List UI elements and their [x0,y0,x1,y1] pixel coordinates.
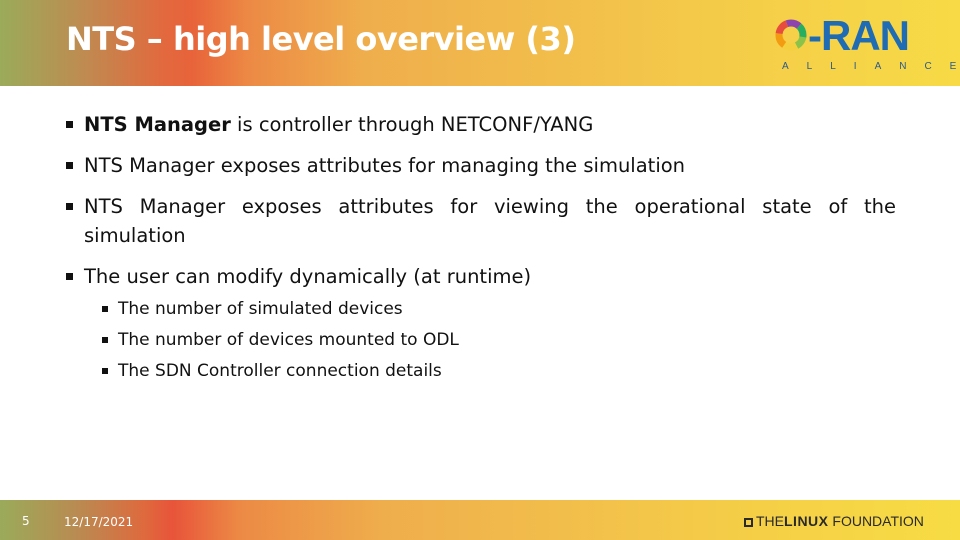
oran-logo-text: -RAN [808,12,910,59]
slide-date: 12/17/2021 [64,515,134,529]
slide-footer: 5 12/17/2021 THELINUX FOUNDATION [0,500,960,540]
bullet-square-icon [66,273,73,280]
bullet-square-icon [66,121,73,128]
sub-bullet-item: The SDN Controller connection details [100,356,459,387]
bullet-square-icon [102,368,108,374]
bullet-item: NTS Manager is controller through NETCON… [64,110,896,139]
bullet-square-icon [102,337,108,343]
bullet-square-icon [66,203,73,210]
slide-header: NTS – high level overview (3) -RAN ALLIA… [0,0,960,86]
bullet-square-icon [66,162,73,169]
bullet-item: The user can modify dynamically (at runt… [64,262,896,291]
sub-bullet-item: The number of simulated devices [100,294,459,325]
slide-title: NTS – high level overview (3) [66,20,576,58]
bullet-item: NTS Manager exposes attributes for manag… [64,151,896,180]
oran-logo-subtitle: ALLIANCE [782,61,960,72]
sub-bullet-list: The number of simulated devices The numb… [100,294,459,387]
sub-bullet-text: The number of simulated devices [118,299,403,319]
sub-bullet-item: The number of devices mounted to ODL [100,325,459,356]
lf-logo-post: FOUNDATION [828,513,924,529]
oran-ring-icon [775,19,807,51]
linux-foundation-square-icon [744,518,753,527]
bullet-bold-text: NTS Manager [84,113,231,136]
lf-logo-bold: LINUX [784,513,829,529]
bullet-square-icon [102,306,108,312]
oran-alliance-logo: -RAN ALLIANCE [772,12,960,76]
bullet-text: The user can modify dynamically (at runt… [84,265,532,288]
sub-bullet-text: The SDN Controller connection details [118,361,442,381]
page-number: 5 [22,514,30,528]
bullet-list: NTS Manager is controller through NETCON… [64,110,896,303]
bullet-text: NTS Manager exposes attributes for manag… [84,154,686,177]
sub-bullet-text: The number of devices mounted to ODL [118,330,459,350]
bullet-item: NTS Manager exposes attributes for viewi… [64,192,896,250]
bullet-text: NTS Manager exposes attributes for viewi… [84,195,896,247]
lf-logo-pre: THE [756,513,784,529]
bullet-text: is controller through NETCONF/YANG [230,113,594,136]
linux-foundation-logo: THELINUX FOUNDATION [744,513,924,529]
